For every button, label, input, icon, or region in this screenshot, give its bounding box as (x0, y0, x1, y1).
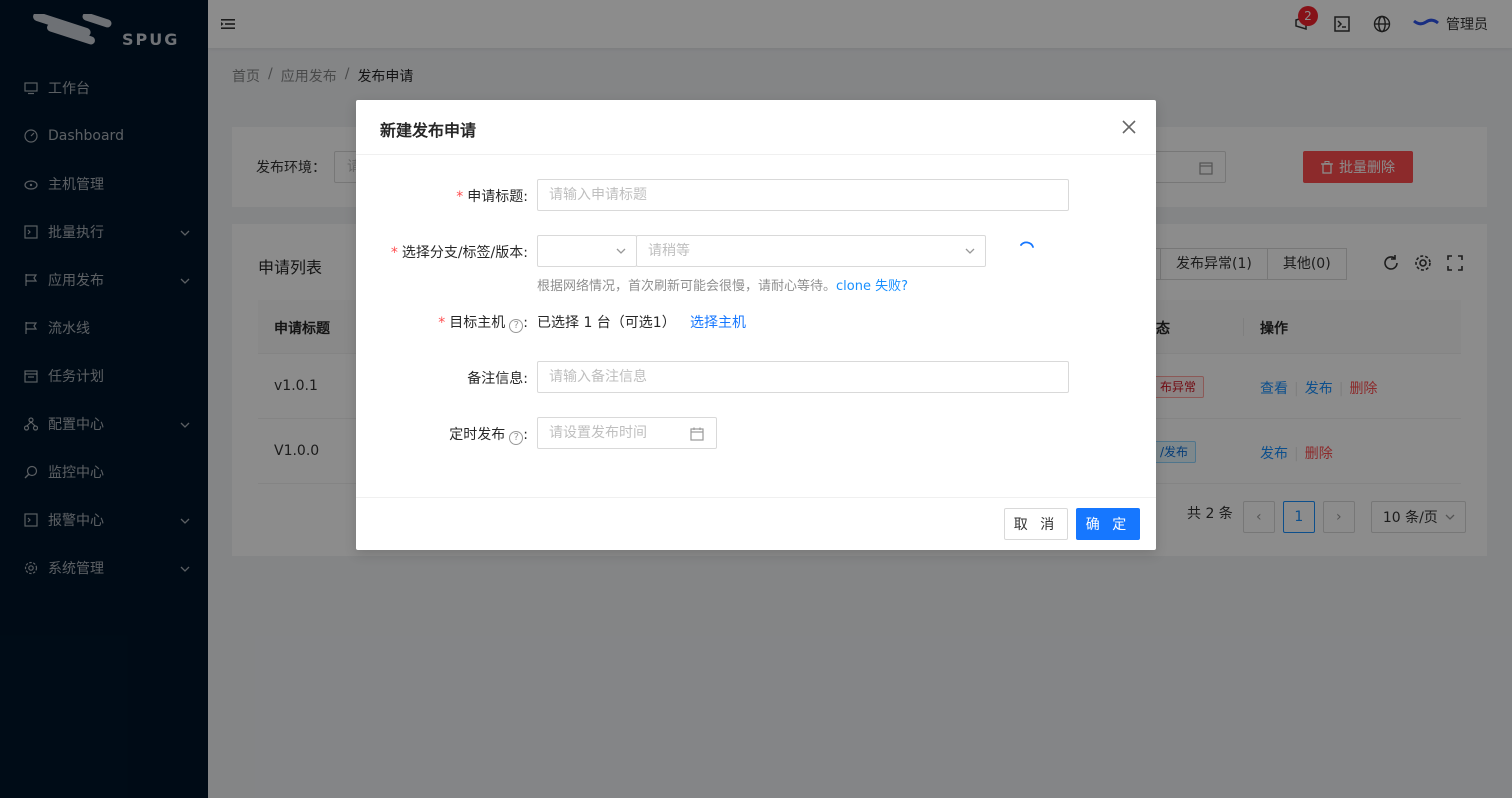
branch-type-select[interactable] (537, 235, 637, 267)
new-release-modal: 新建发布申请 * 申请标题: 请输入申请标题 * 选择分支/标签/版本: 请稍等 根… (356, 100, 1156, 550)
chevron-down-icon (965, 248, 975, 254)
version-select[interactable]: 请稍等 (636, 235, 986, 267)
remark-field-label: 备注信息: (467, 371, 528, 387)
schedule-datetime-picker[interactable]: 请设置发布时间 (537, 417, 717, 449)
host-field-label: * 目标主机?: (438, 315, 528, 333)
loading-spinner-icon (1020, 241, 1034, 248)
schedule-field-label: 定时发布?: (449, 427, 528, 445)
title-input[interactable]: 请输入申请标题 (537, 179, 1069, 211)
host-selected-text: 已选择 1 台（可选1） (537, 315, 676, 331)
clone-fail-link[interactable]: clone 失败? (836, 279, 908, 294)
modal-header: 新建发布申请 (356, 100, 1156, 155)
ok-button[interactable]: 确 定 (1076, 508, 1140, 540)
modal-footer: 取 消 确 定 (356, 497, 1156, 550)
branch-field-label: * 选择分支/标签/版本: (390, 245, 528, 261)
chevron-down-icon (616, 248, 626, 254)
title-field-label: * 申请标题: (456, 189, 528, 205)
branch-help-text: 根据网络情况，首次刷新可能会很慢，请耐心等待。clone 失败? (537, 279, 908, 294)
modal-title: 新建发布申请 (380, 121, 477, 140)
question-circle-icon[interactable]: ? (509, 431, 524, 445)
remark-input[interactable]: 请输入备注信息 (537, 361, 1069, 393)
calendar-icon (690, 427, 704, 441)
cancel-button[interactable]: 取 消 (1004, 508, 1068, 540)
select-host-link[interactable]: 选择主机 (690, 312, 746, 332)
question-circle-icon[interactable]: ? (509, 319, 524, 333)
close-icon[interactable] (1120, 118, 1138, 136)
